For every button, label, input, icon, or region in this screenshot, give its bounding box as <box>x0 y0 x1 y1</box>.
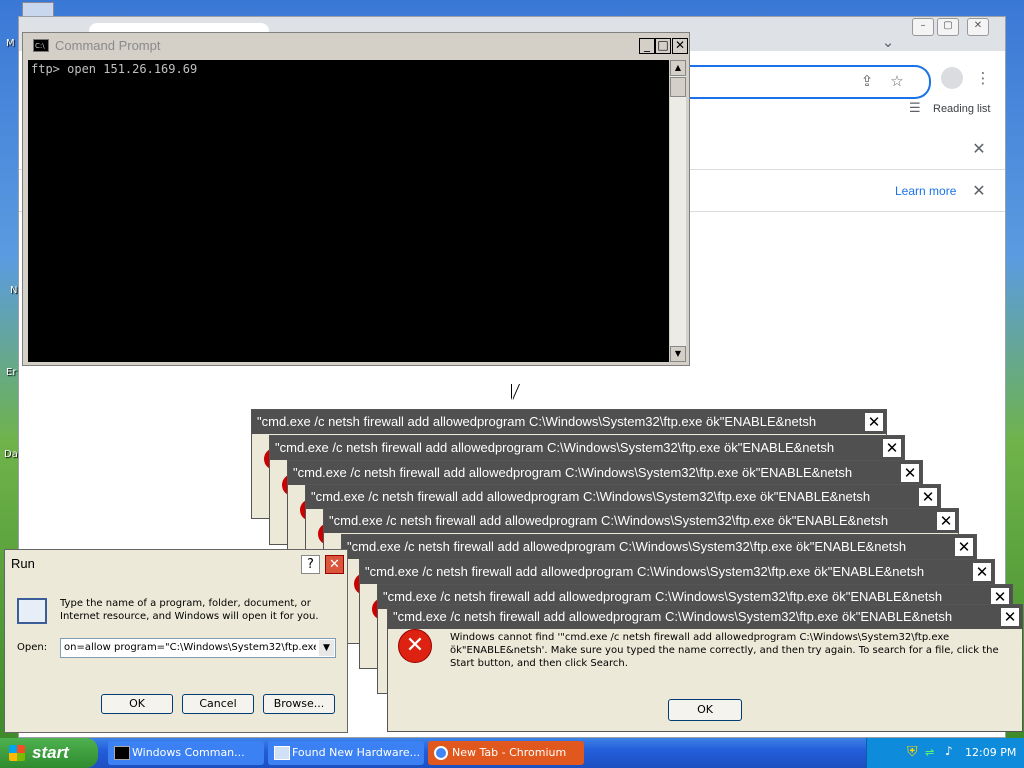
start-label: start <box>32 743 69 762</box>
console-line: ftp> open 151.26.169.69 <box>31 62 198 76</box>
run-description: Type the name of a program, folder, docu… <box>60 598 319 622</box>
ok-button[interactable]: OK <box>668 699 742 721</box>
vertical-scrollbar[interactable]: ▲ ▼ <box>670 60 686 362</box>
close-button[interactable]: ✕ <box>901 464 919 482</box>
console-output[interactable]: ftp> open 151.26.169.69 <box>28 60 669 362</box>
taskbar-item-cmd[interactable]: Windows Comman... <box>108 741 264 765</box>
title-bar[interactable]: Run ? ✕ <box>5 550 347 578</box>
learn-more-link[interactable]: Learn more <box>895 184 956 198</box>
minimize-button[interactable]: _ <box>639 38 655 54</box>
error-title[interactable]: "cmd.exe /c netsh firewall add allowedpr… <box>288 461 922 485</box>
browse-button[interactable]: Browse... <box>263 694 335 714</box>
system-tray: ⛨ ⇌ ♪ 12:09 PM <box>866 738 1024 768</box>
taskbar-item-hardware[interactable]: Found New Hardware... <box>268 741 424 765</box>
help-button[interactable]: ? <box>301 555 320 574</box>
reading-list-icon: ☰ <box>909 101 921 116</box>
close-button[interactable]: ✕ <box>883 439 901 457</box>
run-dialog: Run ? ✕ Type the name of a program, fold… <box>4 549 348 733</box>
desktop-icon-label[interactable]: N <box>10 285 17 296</box>
error-title[interactable]: "cmd.exe /c netsh firewall add allowedpr… <box>342 535 976 559</box>
network-icon[interactable]: ⇌ <box>925 746 934 759</box>
error-title[interactable]: "cmd.exe /c netsh firewall add allowedpr… <box>252 410 886 434</box>
bookmark-star-icon[interactable]: ☆ <box>885 70 909 92</box>
open-combobox[interactable]: on=allow program="C:\Windows\System32\ft… <box>60 638 336 658</box>
chromium-icon <box>434 746 448 760</box>
cmd-icon: C:\ <box>33 39 49 52</box>
title-bar[interactable]: C:\ Command Prompt _ □ ✕ <box>25 35 688 57</box>
reading-list-label: Reading list <box>933 103 991 115</box>
dropdown-arrow-icon[interactable]: ▼ <box>319 640 334 656</box>
clock: 12:09 PM <box>965 746 1017 759</box>
run-program-icon <box>17 598 47 624</box>
close-button[interactable]: ✕ <box>919 488 937 506</box>
scroll-down-arrow-icon[interactable]: ▼ <box>670 346 686 362</box>
close-button[interactable]: ✕ <box>973 563 991 581</box>
error-title[interactable]: "cmd.exe /c netsh firewall add allowedpr… <box>306 485 940 509</box>
cancel-button[interactable]: Cancel <box>182 694 254 714</box>
minimize-button[interactable]: – <box>912 18 934 36</box>
error-message: Windows cannot find '"cmd.exe /c netsh f… <box>450 632 999 669</box>
windows-flag-icon <box>9 745 25 761</box>
taskbar-item-chromium[interactable]: New Tab - Chromium <box>428 741 584 765</box>
error-title[interactable]: "cmd.exe /c netsh firewall add allowedpr… <box>324 509 958 533</box>
error-title[interactable]: "cmd.exe /c netsh firewall add allowedpr… <box>388 605 1022 629</box>
open-label: Open: <box>17 642 48 653</box>
taskbar-item-label: New Tab - Chromium <box>452 746 567 759</box>
window-title: Run <box>11 556 35 571</box>
ok-button[interactable]: OK <box>101 694 173 714</box>
profile-avatar-icon[interactable] <box>941 67 963 89</box>
desktop-icon-label[interactable]: M <box>6 38 15 49</box>
open-input[interactable]: on=allow program="C:\Windows\System32\ft… <box>64 642 316 653</box>
scroll-up-arrow-icon[interactable]: ▲ <box>670 60 686 76</box>
hardware-icon <box>274 746 290 760</box>
reading-list-button[interactable]: ☰ Reading list <box>909 101 999 119</box>
error-dialog-active: "cmd.exe /c netsh firewall add allowedpr… <box>387 604 1023 732</box>
scroll-thumb[interactable] <box>670 77 686 97</box>
taskbar-item-label: Found New Hardware... <box>292 746 421 759</box>
omnibox[interactable]: ⇪ ☆ <box>679 65 931 99</box>
share-icon[interactable]: ⇪ <box>855 70 879 92</box>
close-button[interactable]: ✕ <box>325 555 344 574</box>
desktop-icon-label[interactable]: Da <box>4 449 18 460</box>
maximize-button[interactable]: □ <box>655 38 671 54</box>
close-button[interactable]: ✕ <box>937 512 955 530</box>
volume-icon[interactable]: ♪ <box>945 744 953 758</box>
close-button[interactable]: ✕ <box>1001 608 1019 626</box>
infobar-close-icon[interactable]: ✕ <box>969 181 989 201</box>
window-title: Command Prompt <box>55 38 161 53</box>
maximize-button[interactable]: ▢ <box>937 18 959 36</box>
close-button[interactable]: ✕ <box>865 413 883 431</box>
close-button[interactable]: ✕ <box>672 38 688 54</box>
tab-search-chevron-icon[interactable]: ⌄ <box>876 31 900 53</box>
error-title[interactable]: "cmd.exe /c netsh firewall add allowedpr… <box>360 560 994 584</box>
infobar-close-icon[interactable]: ✕ <box>969 139 989 159</box>
desktop-icon-label[interactable]: Er <box>6 367 16 378</box>
start-button[interactable]: start <box>0 738 98 768</box>
close-button[interactable]: ✕ <box>955 538 973 556</box>
error-icon: ✕ <box>398 629 432 663</box>
command-prompt-window: C:\ Command Prompt _ □ ✕ ftp> open 151.2… <box>22 32 690 366</box>
error-title[interactable]: "cmd.exe /c netsh firewall add allowedpr… <box>270 436 904 460</box>
security-shield-icon[interactable]: ⛨ <box>907 744 918 760</box>
close-button[interactable]: ✕ <box>967 18 989 36</box>
taskbar: start Windows Comman... Found New Hardwa… <box>0 738 1024 768</box>
menu-kebab-icon[interactable]: ⋮ <box>971 67 995 89</box>
taskbar-item-label: Windows Comman... <box>132 746 245 759</box>
cmd-icon <box>114 746 130 760</box>
mouse-cursor-icon <box>512 384 519 400</box>
